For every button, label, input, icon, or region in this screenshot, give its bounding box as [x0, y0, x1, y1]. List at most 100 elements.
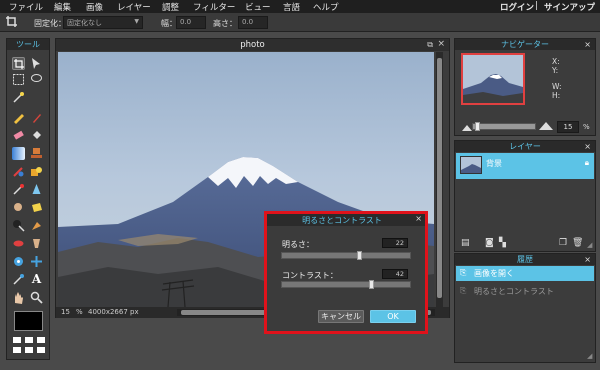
- eraser-tool-icon[interactable]: [12, 129, 25, 142]
- navigator-zoom-thumb[interactable]: [475, 122, 480, 131]
- layer-name: 背景: [486, 159, 502, 168]
- nav-y-label: Y:: [552, 66, 559, 75]
- smudge-tool-icon[interactable]: [12, 201, 25, 214]
- vertical-scroll-thumb[interactable]: [437, 58, 442, 298]
- menu-adjust[interactable]: 調整: [162, 1, 179, 13]
- bloat-tool-icon[interactable]: [12, 237, 25, 250]
- layers-title: レイヤー: [455, 141, 595, 152]
- gradient-tool-icon[interactable]: [12, 147, 25, 160]
- menu-bar: ファイル 編集 画像 レイヤー 調整 フィルター ビュー 言語 ヘルプ ログイン…: [0, 0, 600, 13]
- layers-footer: ▤ ◙ ▚ ❐ 🗑︎ ◢: [455, 235, 595, 251]
- history-item-brightness-contrast[interactable]: ⎘ 明るさとコントラスト: [456, 284, 594, 298]
- navigator-zoom-field[interactable]: 15: [557, 121, 579, 133]
- brightness-value-field[interactable]: 22: [382, 238, 408, 248]
- lock-icon: 🔒︎: [584, 158, 589, 167]
- marquee-tool-icon[interactable]: [12, 73, 25, 86]
- wand-tool-icon[interactable]: [12, 91, 25, 104]
- layer-mask-icon[interactable]: ◙: [485, 238, 494, 248]
- menu-layer[interactable]: レイヤー: [117, 1, 151, 13]
- sharpen-tool-icon[interactable]: [30, 183, 43, 196]
- history-item-label: 画像を開く: [474, 269, 514, 278]
- menu-help[interactable]: ヘルプ: [313, 1, 339, 13]
- pinch-tool-icon[interactable]: [30, 237, 43, 250]
- pencil-tool-icon[interactable]: [12, 111, 25, 124]
- brightness-label: 明るさ：: [282, 240, 314, 249]
- patch-tool-icon[interactable]: [30, 255, 43, 268]
- nav-w-label: W:: [552, 82, 562, 91]
- dialog-title: 明るさとコントラスト: [302, 216, 382, 225]
- nav-x-label: X:: [552, 57, 560, 66]
- navigator-zoom-slider[interactable]: [472, 122, 536, 131]
- tools-panel: ツール A: [6, 38, 50, 360]
- menu-language[interactable]: 言語: [283, 1, 300, 13]
- brush-tool-icon[interactable]: [30, 111, 43, 124]
- login-link[interactable]: ログイン: [500, 1, 534, 13]
- resize-grip-icon[interactable]: ◢: [587, 352, 592, 360]
- zoom-value[interactable]: 15: [61, 308, 70, 316]
- history-close-icon[interactable]: ×: [584, 254, 591, 265]
- dialog-close-icon[interactable]: ×: [415, 214, 422, 223]
- zoom-tool-icon[interactable]: [30, 291, 43, 304]
- red-eye-tool-icon[interactable]: [12, 183, 25, 196]
- contrast-value-field[interactable]: 42: [382, 269, 408, 279]
- restore-window-icon[interactable]: ⧉: [427, 40, 433, 50]
- zoom-in-mountain-icon[interactable]: [539, 120, 553, 130]
- navigator-thumbnail[interactable]: [461, 53, 525, 105]
- delete-layer-icon[interactable]: 🗑︎: [572, 238, 583, 248]
- menu-edit[interactable]: 編集: [54, 1, 71, 13]
- layers-panel: レイヤー × 背景 🔒︎ ▤ ◙ ▚ ❐ 🗑︎ ◢: [454, 140, 596, 252]
- cancel-button[interactable]: キャンセル: [318, 310, 364, 323]
- layer-settings-icon[interactable]: ▚: [499, 238, 506, 248]
- move-tool-icon[interactable]: [30, 57, 43, 70]
- menu-view[interactable]: ビュー: [245, 1, 271, 13]
- contrast-label: コントラスト：: [282, 271, 338, 280]
- stamp-tool-icon[interactable]: [30, 147, 43, 160]
- view-mode-grid-icon[interactable]: [13, 337, 45, 354]
- fixed-label: 固定化：: [34, 19, 66, 28]
- dodge-tool-icon[interactable]: [12, 219, 25, 232]
- height-field[interactable]: 0.0: [238, 16, 268, 29]
- zoom-unit: %: [76, 308, 83, 316]
- brightness-slider-thumb[interactable]: [357, 251, 362, 260]
- layer-styles-icon[interactable]: ▤: [461, 238, 470, 248]
- color-replace-tool-icon[interactable]: [12, 165, 25, 178]
- history-item-icon: ⎘: [460, 286, 467, 295]
- menu-image[interactable]: 画像: [86, 1, 103, 13]
- menu-filter[interactable]: フィルター: [193, 1, 235, 13]
- ok-button[interactable]: OK: [370, 310, 416, 323]
- fixed-select[interactable]: 固定化なし ▼: [63, 16, 143, 29]
- signup-link[interactable]: サインアップ: [544, 1, 595, 13]
- history-item-open-image[interactable]: ⎘ 画像を開く: [456, 266, 594, 281]
- menu-separator: |: [535, 1, 538, 11]
- width-field[interactable]: 0.0: [176, 16, 206, 29]
- new-layer-icon[interactable]: ❐: [559, 238, 567, 248]
- spot-heal-tool-icon[interactable]: [12, 255, 25, 268]
- close-icon[interactable]: ×: [437, 39, 445, 49]
- bucket-tool-icon[interactable]: [30, 129, 43, 142]
- draw-shape-tool-icon[interactable]: [30, 165, 43, 178]
- navigator-panel: ナビゲーター × X: Y: W: H: 15 %: [454, 38, 596, 136]
- vertical-scrollbar[interactable]: [436, 52, 443, 307]
- navigator-close-icon[interactable]: ×: [584, 39, 591, 50]
- history-item-label: 明るさとコントラスト: [474, 287, 554, 296]
- brightness-slider[interactable]: [281, 251, 411, 260]
- contrast-slider-thumb[interactable]: [369, 280, 374, 289]
- zoom-out-mountain-icon[interactable]: [462, 123, 472, 131]
- hand-tool-icon[interactable]: [12, 291, 25, 304]
- crop-icon[interactable]: [5, 15, 19, 29]
- menu-file[interactable]: ファイル: [9, 1, 43, 13]
- type-tool-icon[interactable]: A: [30, 273, 43, 286]
- history-panel: 履歴 × ⎘ 画像を開く ⎘ 明るさとコントラスト ◢: [454, 253, 596, 363]
- image-size: 4000x2667 px: [88, 308, 139, 316]
- resize-grip-icon[interactable]: ◢: [587, 241, 592, 249]
- color-picker-tool-icon[interactable]: [12, 273, 25, 286]
- layer-row-background[interactable]: 背景 🔒︎: [456, 153, 594, 179]
- fixed-select-value: 固定化なし: [67, 19, 102, 27]
- layers-close-icon[interactable]: ×: [584, 141, 591, 152]
- crop-tool-icon[interactable]: [12, 57, 25, 70]
- sponge-tool-icon[interactable]: [30, 201, 43, 214]
- foreground-color-swatch[interactable]: [14, 311, 43, 331]
- burn-tool-icon[interactable]: [30, 219, 43, 232]
- lasso-tool-icon[interactable]: [30, 73, 43, 86]
- contrast-slider[interactable]: [281, 280, 411, 289]
